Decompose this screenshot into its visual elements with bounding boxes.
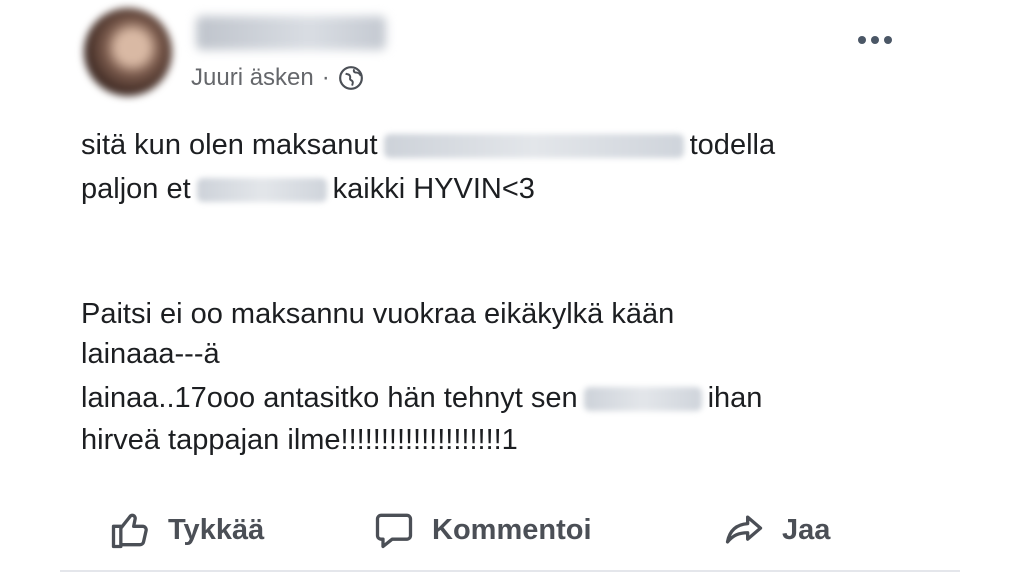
comment-bubble-icon bbox=[375, 513, 413, 549]
comment-button[interactable]: Kommentoi bbox=[372, 508, 592, 552]
like-label: Tykkää bbox=[168, 513, 265, 546]
more-options-icon[interactable] bbox=[858, 36, 892, 44]
post-line-1: sitä kun olen maksanut todella bbox=[81, 127, 775, 163]
post-text: sitä kun olen maksanut bbox=[81, 129, 378, 161]
post-line-4: lainaaa---ä bbox=[81, 338, 220, 370]
redacted-text bbox=[383, 134, 684, 159]
timestamp[interactable]: Juuri äsken bbox=[191, 64, 314, 92]
post-line-2: paljon et kaikki HYVIN<3 bbox=[81, 171, 535, 207]
share-label: Jaa bbox=[782, 513, 831, 546]
post-text: paljon et bbox=[81, 173, 191, 205]
like-button[interactable]: Tykkää bbox=[108, 508, 264, 552]
redacted-text bbox=[583, 387, 702, 412]
post-actions: Tykkää Kommentoi Jaa bbox=[0, 508, 1024, 560]
avatar[interactable] bbox=[84, 8, 172, 96]
meta-separator: · bbox=[321, 64, 330, 91]
share-arrow-icon bbox=[725, 515, 763, 544]
share-button[interactable]: Jaa bbox=[722, 508, 830, 552]
post-text: lainaa..17ooo antasitko hän tehnyt sen bbox=[81, 382, 578, 414]
post-text: todella bbox=[689, 129, 776, 161]
post-line-5: lainaa..17ooo antasitko hän tehnyt sen ih… bbox=[81, 380, 762, 416]
divider bbox=[60, 570, 960, 572]
author-name-blurred[interactable] bbox=[196, 16, 386, 50]
post-line-6: hirveä tappajan ilme!!!!!!!!!!!!!!!!!!!!… bbox=[81, 424, 518, 456]
post-text: kaikki HYVIN<3 bbox=[332, 173, 535, 205]
comment-label: Kommentoi bbox=[432, 513, 592, 546]
globe-icon[interactable] bbox=[338, 65, 364, 91]
post-line-3: Paitsi ei oo maksannu vuokraa eikäkylkä … bbox=[81, 298, 675, 330]
post-text: ihan bbox=[707, 382, 763, 414]
redacted-text bbox=[196, 178, 327, 203]
post-meta: Juuri äsken · bbox=[191, 64, 364, 92]
thumbs-up-icon bbox=[111, 513, 148, 549]
